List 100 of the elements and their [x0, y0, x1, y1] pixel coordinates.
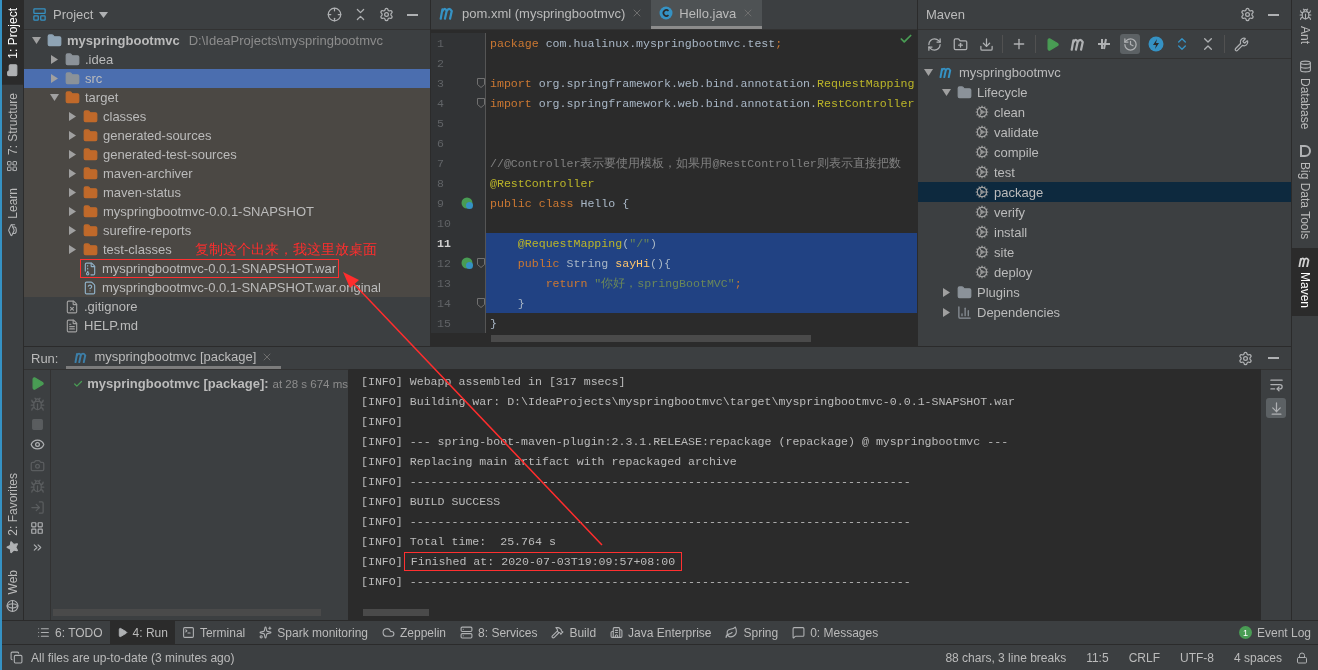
tree-item[interactable]: myspringbootmvc [936, 62, 1064, 82]
tree-item[interactable]: generated-test-sources [80, 145, 240, 164]
tree-item[interactable]: myspringbootmvc-0.0.1-SNAPSHOT [80, 202, 317, 221]
collapsed-arrow-icon[interactable] [67, 226, 77, 235]
run-name[interactable]: myspringbootmvc [package]: [87, 376, 269, 391]
collapsed-arrow-icon[interactable] [941, 287, 951, 297]
code-line: @RestController [489, 175, 595, 192]
tool-window-tab[interactable]: 4: Run [109, 621, 175, 644]
big-data-icon [1299, 145, 1311, 158]
tool-window-tab[interactable]: Spring [718, 621, 786, 644]
tool-window-tab[interactable]: 8: Services [453, 621, 545, 644]
collapsed-arrow-icon[interactable] [67, 131, 77, 140]
status-item[interactable]: 11:5 [1080, 650, 1115, 665]
tree-item[interactable]: .gitignore [62, 297, 141, 316]
expanded-arrow-icon[interactable] [49, 93, 59, 102]
toolbar-button[interactable] [1266, 398, 1286, 418]
tree-item[interactable]: Lifecycle [954, 82, 1031, 102]
tool-window-tab[interactable]: Java Enterprise [603, 621, 719, 644]
eye-icon[interactable] [29, 437, 45, 452]
expanded-arrow-icon[interactable] [923, 67, 933, 77]
tree-item[interactable]: package [972, 182, 1047, 202]
tool-window-tab[interactable]: Ant [1292, 0, 1318, 52]
tree-item[interactable]: myspringbootmvc [44, 31, 183, 50]
tree-item[interactable]: .idea [62, 50, 117, 69]
list-icon [37, 626, 50, 639]
hammer-icon [551, 626, 565, 639]
collapsed-arrow-icon[interactable] [67, 112, 77, 121]
log-tag: [INFO] [361, 374, 403, 388]
editor-tab[interactable]: pom.xml (myspringbootmvc) [431, 0, 652, 29]
tool-window-tab[interactable]: Web [2, 561, 23, 620]
collapsed-arrow-icon[interactable] [67, 150, 77, 159]
tree-item[interactable]: deploy [972, 262, 1036, 282]
folder-icon [83, 223, 98, 238]
tree-item[interactable]: test-classes [80, 240, 175, 259]
scrollbar[interactable] [363, 609, 429, 616]
tool-window-tab[interactable]: Build [544, 621, 604, 644]
run-tab[interactable]: myspringbootmvc [package] [66, 347, 282, 369]
tree-item[interactable]: compile [972, 142, 1042, 162]
tree-item[interactable]: verify [972, 202, 1029, 222]
rerun-icon[interactable] [29, 376, 45, 391]
collapsed-arrow-icon[interactable] [67, 188, 77, 197]
tool-window-tab[interactable]: 0: Messages [785, 621, 886, 644]
collapsed-arrow-icon[interactable] [67, 245, 77, 254]
layout-icon[interactable] [30, 521, 44, 535]
tree-item[interactable]: HELP.md [62, 316, 141, 335]
tree-item[interactable]: site [972, 242, 1018, 262]
collapsed-arrow-icon[interactable] [67, 207, 77, 216]
tree-item[interactable]: target [62, 88, 122, 107]
collapsed-arrow-icon[interactable] [49, 74, 59, 83]
tree-item[interactable]: maven-status [80, 183, 185, 202]
tool-window-tab[interactable]: 1: Project [2, 0, 23, 85]
tool-window-tab[interactable]: Terminal [174, 621, 253, 644]
lock-icon[interactable] [1296, 651, 1308, 664]
folder-icon [83, 185, 98, 200]
tree-item[interactable]: surefire-reports [80, 221, 195, 240]
tree-item[interactable]: clean [972, 102, 1029, 122]
toolbar-button[interactable] [1146, 34, 1166, 54]
scrollbar[interactable] [491, 335, 811, 342]
fold-icon[interactable] [477, 258, 485, 268]
fold-icon[interactable] [477, 298, 485, 308]
expanded-arrow-icon[interactable] [31, 36, 41, 45]
status-item[interactable]: UTF-8 [1173, 650, 1220, 665]
tool-window-tab[interactable]: Maven [1292, 247, 1318, 316]
tree-item[interactable]: generated-sources [80, 126, 215, 145]
tree-item[interactable]: validate [972, 122, 1042, 142]
bean-icon[interactable] [461, 256, 474, 270]
tool-window-tab[interactable]: Big Data Tools [1292, 137, 1318, 248]
dropdown-caret-icon[interactable] [99, 11, 109, 18]
tree-item[interactable]: Plugins [954, 282, 1023, 302]
folder-icon [83, 166, 98, 181]
run-label: Run: [31, 350, 59, 366]
tool-window-tab[interactable]: Learn [2, 179, 23, 245]
toolbar-button[interactable] [1120, 34, 1140, 54]
collapsed-arrow-icon[interactable] [941, 307, 951, 317]
tree-item[interactable]: install [972, 222, 1031, 242]
code-line: } [489, 315, 497, 332]
tree-item[interactable]: Dependencies [954, 302, 1064, 322]
status-item[interactable]: 4 spaces [1227, 650, 1288, 665]
tree-item[interactable]: myspringbootmvc-0.0.1-SNAPSHOT.war [80, 259, 340, 278]
editor-tab[interactable]: Hello.java [651, 0, 763, 29]
bean-icon[interactable] [461, 196, 474, 210]
tree-item[interactable]: classes [80, 107, 150, 126]
event-log-tab[interactable]: 1 Event Log [1231, 621, 1318, 644]
tool-window-tab[interactable]: 7: Structure [2, 84, 23, 180]
tool-window-tab[interactable]: Spark monitoring [252, 621, 375, 644]
collapsed-arrow-icon[interactable] [49, 55, 59, 64]
database-icon [1298, 60, 1312, 73]
expanded-arrow-icon[interactable] [941, 87, 951, 97]
collapsed-arrow-icon[interactable] [67, 169, 77, 178]
tree-item[interactable]: maven-archiver [80, 164, 196, 183]
status-item[interactable]: CRLF [1122, 650, 1166, 665]
status-item[interactable]: 88 chars, 3 line breaks [939, 650, 1073, 665]
tool-window-tab[interactable]: Zeppelin [375, 621, 454, 644]
tool-window-tab[interactable]: Database [1292, 52, 1318, 138]
tool-window-tab[interactable]: 2: Favorites [2, 464, 23, 562]
folder-icon [83, 109, 98, 124]
tool-window-tab[interactable]: 6: TODO [30, 621, 110, 644]
tree-item[interactable]: test [972, 162, 1018, 182]
panel-title[interactable]: Project [53, 7, 94, 22]
folder-icon [6, 63, 19, 77]
